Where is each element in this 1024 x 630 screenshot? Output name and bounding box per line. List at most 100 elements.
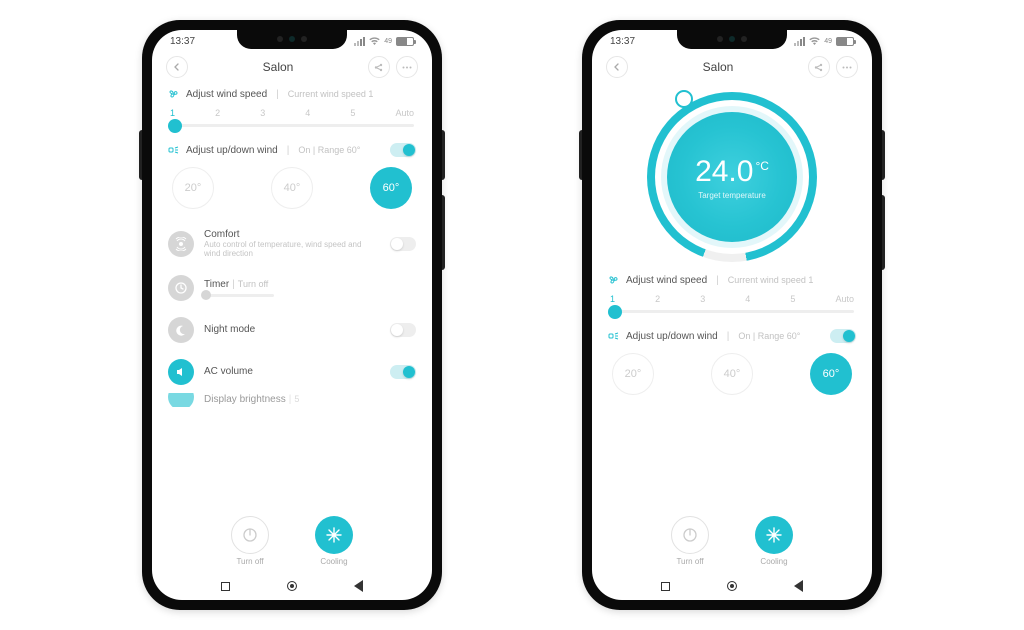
temp-value: 24.0 <box>695 155 753 189</box>
temperature-dial[interactable]: 24.0°C Target temperature <box>608 86 856 272</box>
back-button[interactable] <box>166 56 188 78</box>
updown-option-20[interactable]: 20° <box>172 167 214 209</box>
updown-options: 20° 40° 60° <box>612 353 852 395</box>
moon-icon <box>168 317 194 343</box>
power-icon <box>231 516 269 554</box>
updown-toggle[interactable] <box>390 143 416 157</box>
wind-label-3: 3 <box>700 294 705 304</box>
wind-label-1: 1 <box>170 108 175 118</box>
wind-speed-title: Adjust wind speed <box>626 275 707 286</box>
power-icon <box>671 516 709 554</box>
temp-unit: °C <box>755 159 768 173</box>
wind-label-2: 2 <box>655 294 660 304</box>
updown-subtitle: On | Range 60° <box>298 145 360 155</box>
wind-label-auto: Auto <box>835 294 854 304</box>
wifi-icon <box>809 37 820 46</box>
wind-label-5: 5 <box>350 108 355 118</box>
back-button[interactable] <box>606 56 628 78</box>
signal-icon <box>794 37 805 46</box>
updown-header: Adjust up/down wind | On | Range 60° <box>168 143 416 157</box>
clock-icon <box>168 275 194 301</box>
fan-icon <box>608 274 620 286</box>
comfort-toggle[interactable] <box>390 237 416 251</box>
nav-back[interactable] <box>354 580 363 592</box>
page-title: Salon <box>703 60 734 74</box>
temp-label: Target temperature <box>698 191 766 200</box>
brightness-title: Display brightness <box>204 394 286 405</box>
mode-bar: Turn off Cooling <box>608 508 856 572</box>
app-header: Salon <box>152 52 432 86</box>
wind-label-2: 2 <box>215 108 220 118</box>
nav-recent[interactable] <box>221 582 230 591</box>
wind-label-5: 5 <box>790 294 795 304</box>
battery-percent: 49 <box>824 38 832 45</box>
nav-home[interactable] <box>727 581 737 591</box>
volume-toggle[interactable] <box>390 365 416 379</box>
cooling-button[interactable]: Cooling <box>315 516 353 566</box>
speaker-icon <box>168 359 194 385</box>
mode-bar: Turn off Cooling <box>168 508 416 572</box>
wind-label-4: 4 <box>745 294 750 304</box>
updown-header: Adjust up/down wind | On | Range 60° <box>608 329 856 343</box>
volume-title: AC volume <box>204 366 380 377</box>
nav-back[interactable] <box>794 580 803 592</box>
phone-right: 13:37 49 Salon <box>582 20 882 610</box>
cooling-button[interactable]: Cooling <box>755 516 793 566</box>
status-time: 13:37 <box>170 36 195 47</box>
more-button[interactable] <box>396 56 418 78</box>
phone-left: 13:37 49 Salon Adjust wind speed | Cu <box>142 20 442 610</box>
timer-sub: Turn off <box>238 279 269 289</box>
dial-knob[interactable] <box>675 90 693 108</box>
snowflake-icon <box>755 516 793 554</box>
battery-percent: 49 <box>384 38 392 45</box>
notch <box>237 30 347 49</box>
wifi-icon <box>369 37 380 46</box>
battery-icon <box>396 37 414 46</box>
android-nav <box>152 572 432 600</box>
night-toggle[interactable] <box>390 323 416 337</box>
updown-option-40[interactable]: 40° <box>271 167 313 209</box>
wind-speed-slider[interactable]: 1 2 3 4 5 Auto <box>610 294 854 313</box>
signal-icon <box>354 37 365 46</box>
cooling-label: Cooling <box>320 557 347 566</box>
wind-speed-header: Adjust wind speed | Current wind speed 1 <box>168 88 416 100</box>
notch <box>677 30 787 49</box>
cooling-label: Cooling <box>760 557 787 566</box>
timer-row[interactable]: Timer|Turn off <box>168 267 416 309</box>
updown-subtitle: On | Range 60° <box>738 331 800 341</box>
updown-toggle[interactable] <box>830 329 856 343</box>
wind-speed-slider[interactable]: 1 2 3 4 5 Auto <box>170 108 414 127</box>
night-row[interactable]: Night mode <box>168 309 416 351</box>
turnoff-button[interactable]: Turn off <box>671 516 709 566</box>
content: Adjust wind speed | Current wind speed 1… <box>152 86 432 572</box>
comfort-desc: Auto control of temperature, wind speed … <box>204 241 380 259</box>
wind-speed-header: Adjust wind speed | Current wind speed 1 <box>608 274 856 286</box>
updown-option-40[interactable]: 40° <box>711 353 753 395</box>
turnoff-label: Turn off <box>676 557 703 566</box>
screen: 13:37 49 Salon Adjust wind speed | Cu <box>152 30 432 600</box>
updown-option-60[interactable]: 60° <box>810 353 852 395</box>
updown-title: Adjust up/down wind <box>626 331 718 342</box>
brightness-row[interactable]: Display brightness|5 <box>168 393 416 407</box>
more-button[interactable] <box>836 56 858 78</box>
timer-slider[interactable] <box>204 294 274 297</box>
share-button[interactable] <box>808 56 830 78</box>
comfort-row[interactable]: Comfort Auto control of temperature, win… <box>168 221 416 267</box>
wind-label-4: 4 <box>305 108 310 118</box>
volume-row[interactable]: AC volume <box>168 351 416 393</box>
wind-speed-subtitle: Current wind speed 1 <box>728 275 814 285</box>
comfort-icon <box>168 231 194 257</box>
updown-option-60[interactable]: 60° <box>370 167 412 209</box>
nav-recent[interactable] <box>661 582 670 591</box>
comfort-title: Comfort <box>204 229 380 240</box>
turnoff-button[interactable]: Turn off <box>231 516 269 566</box>
fan-icon <box>168 88 180 100</box>
swing-icon <box>608 330 620 342</box>
timer-title: Timer <box>204 279 229 290</box>
share-button[interactable] <box>368 56 390 78</box>
updown-option-20[interactable]: 20° <box>612 353 654 395</box>
swing-icon <box>168 144 180 156</box>
brightness-icon <box>168 393 194 407</box>
wind-label-auto: Auto <box>395 108 414 118</box>
nav-home[interactable] <box>287 581 297 591</box>
